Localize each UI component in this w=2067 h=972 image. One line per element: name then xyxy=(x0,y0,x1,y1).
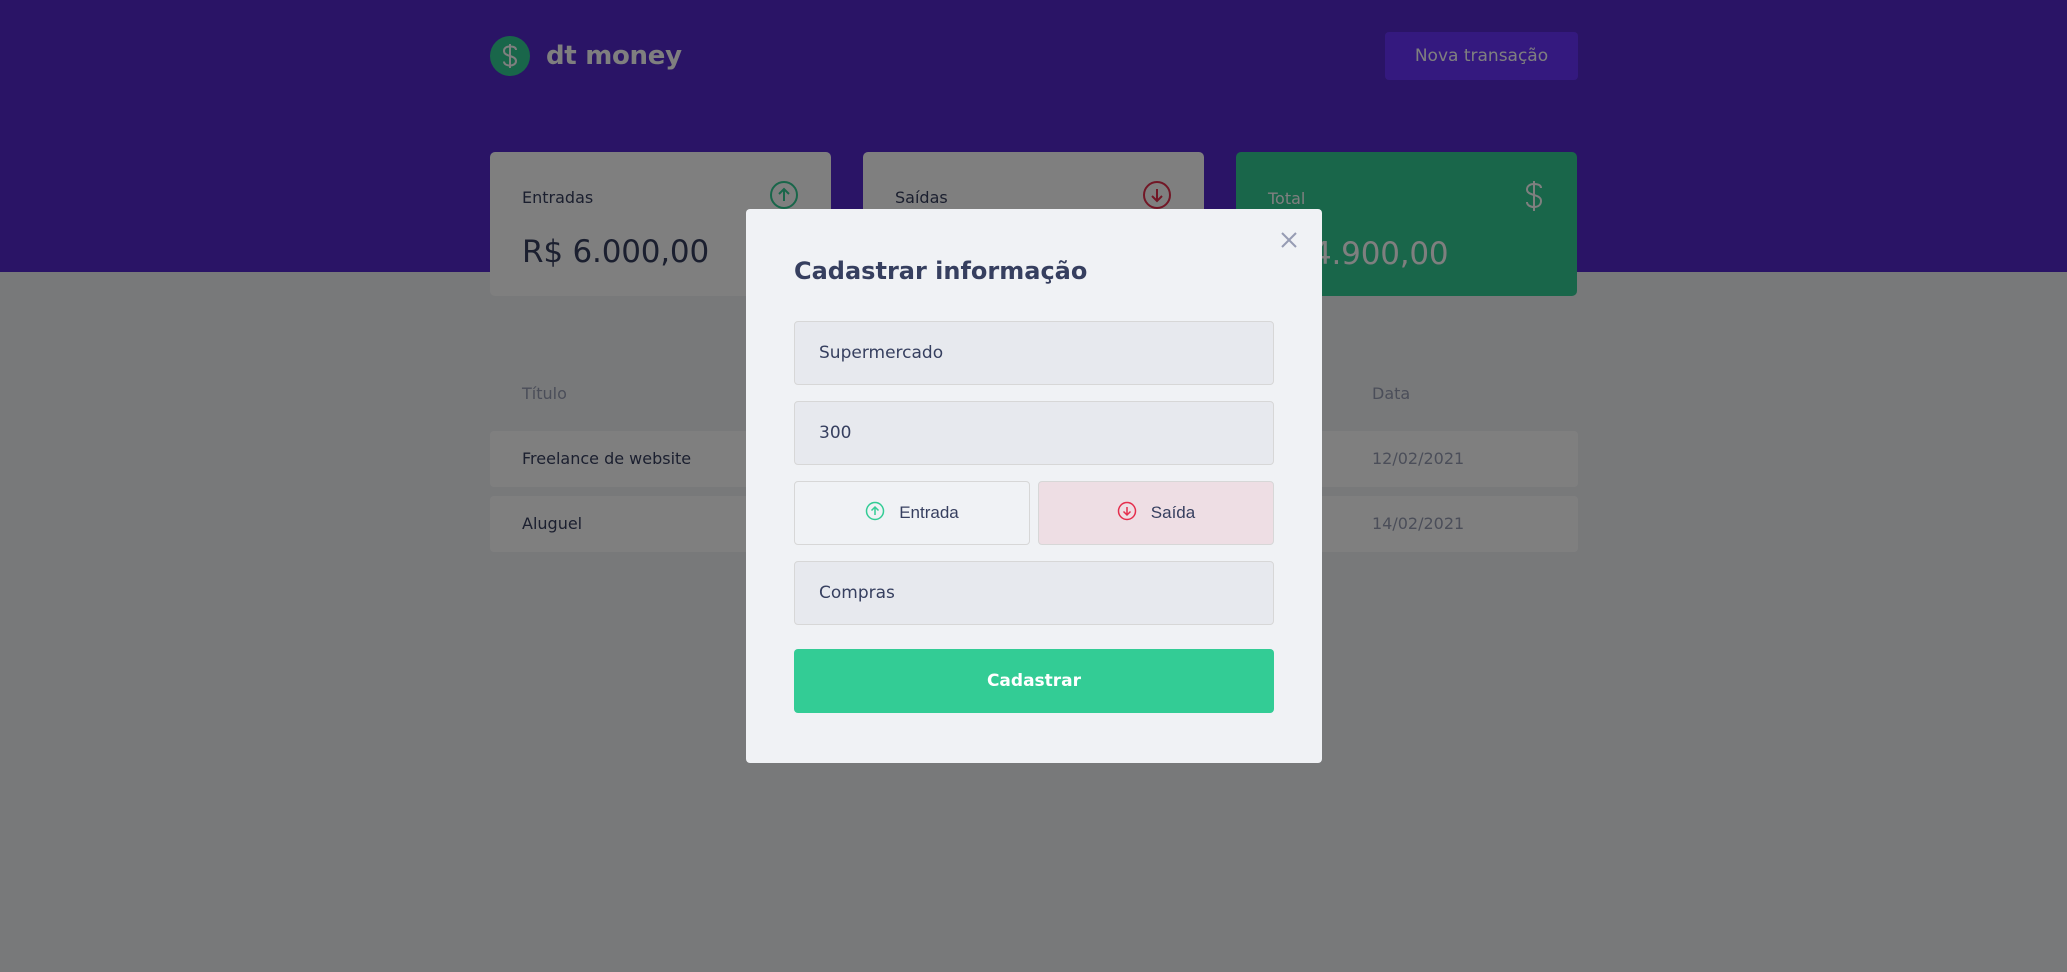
submit-button[interactable]: Cadastrar xyxy=(794,649,1274,713)
amount-input-value: 300 xyxy=(819,423,852,443)
type-income-button[interactable]: Entrada xyxy=(794,481,1030,545)
arrow-down-circle-icon xyxy=(1117,501,1137,526)
category-input[interactable]: Compras xyxy=(794,561,1274,625)
transaction-type-group: Entrada Saída xyxy=(794,481,1274,545)
arrow-up-circle-icon xyxy=(865,501,885,526)
title-input-value: Supermercado xyxy=(819,343,944,363)
type-outcome-label: Saída xyxy=(1150,503,1196,522)
type-outcome-button[interactable]: Saída xyxy=(1038,481,1274,545)
amount-input[interactable]: 300 xyxy=(794,401,1274,465)
close-icon[interactable] xyxy=(1278,229,1300,251)
type-income-label: Entrada xyxy=(899,503,959,522)
new-transaction-modal: Cadastrar informação Supermercado 300 En… xyxy=(746,209,1322,763)
title-input[interactable]: Supermercado xyxy=(794,321,1274,385)
modal-title: Cadastrar informação xyxy=(794,257,1088,285)
category-input-value: Compras xyxy=(819,583,895,603)
